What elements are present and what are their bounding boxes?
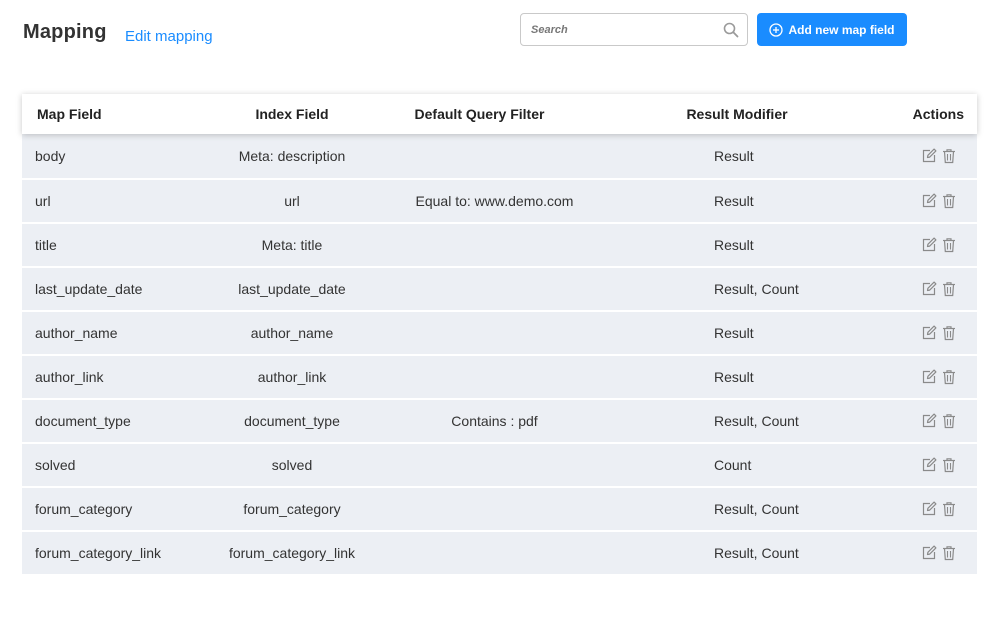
column-header-actions: Actions [912,106,964,122]
trash-icon[interactable] [941,457,957,473]
actions-cell [787,237,977,253]
index-field-cell: forum_category_link [228,545,356,561]
page-title: Mapping [23,21,107,43]
actions-cell [787,193,977,209]
trash-icon[interactable] [941,237,957,253]
result-modifier-cell: Result, Count [714,281,799,297]
trash-icon[interactable] [941,369,957,385]
map-field-cell: document_type [35,413,131,429]
table-header: Map Field Index Field Default Query Filt… [22,94,977,134]
trash-icon[interactable] [941,501,957,517]
map-field-cell: solved [35,457,76,473]
table-row: forum_category_link forum_category_link Re… [22,530,977,574]
map-field-cell: author_name [35,325,118,341]
column-header-map-field: Map Field [37,106,102,122]
index-field-cell: forum_category [243,501,341,517]
index-field-cell: Meta: title [261,237,323,253]
edit-icon[interactable] [921,281,937,297]
edit-icon[interactable] [921,193,937,209]
result-modifier-cell: Result [714,369,754,385]
table-row: last_update_date last_update_date Result, … [22,266,977,310]
table-row: forum_category forum_category Result, Coun… [22,486,977,530]
result-modifier-cell: Result, Count [714,501,799,517]
index-field-cell: document_type [244,413,340,429]
actions-cell [787,325,977,341]
edit-icon[interactable] [921,369,937,385]
result-modifier-cell: Result [714,148,754,164]
default-query-filter-cell: Contains : pdf [451,413,538,429]
table-row: author_name author_name Result [22,310,977,354]
trash-icon[interactable] [941,545,957,561]
index-field-cell: author_name [250,325,334,341]
search-icon[interactable] [722,21,740,39]
trash-icon[interactable] [941,148,957,164]
trash-icon[interactable] [941,193,957,209]
edit-icon[interactable] [921,457,937,473]
table-row: document_type document_type Contains : pdf… [22,398,977,442]
map-field-cell: last_update_date [35,281,143,297]
edit-icon[interactable] [921,325,937,341]
edit-icon[interactable] [921,501,937,517]
index-field-cell: author_link [257,369,327,385]
map-field-cell: title [35,237,57,253]
table-row: body Meta: description Result [22,134,977,178]
map-field-cell: forum_category_link [35,545,162,561]
table-row: title Meta: title Result [22,222,977,266]
result-modifier-cell: Result, Count [714,545,799,561]
mapping-table: Map Field Index Field Default Query Filt… [22,94,977,574]
edit-icon[interactable] [921,237,937,253]
map-field-cell: author_link [35,369,104,385]
table-row: solved solved Count [22,442,977,486]
index-field-cell: Meta: description [238,148,346,164]
add-button-label: Add new map field [788,22,895,37]
search-input[interactable] [531,21,711,39]
actions-cell [787,457,977,473]
search-box[interactable] [520,13,748,46]
add-new-map-field-button[interactable]: Add new map field [757,13,907,46]
result-modifier-cell: Result [714,193,754,209]
actions-cell [787,501,977,517]
map-field-cell: url [35,193,51,209]
edit-icon[interactable] [921,413,937,429]
map-field-cell: body [35,148,66,164]
trash-icon[interactable] [941,325,957,341]
table-body: body Meta: description Result url url Equal t… [22,134,977,574]
result-modifier-cell: Count [714,457,752,473]
trash-icon[interactable] [941,413,957,429]
map-field-cell: forum_category [35,501,133,517]
edit-icon[interactable] [921,545,937,561]
result-modifier-cell: Result, Count [714,413,799,429]
index-field-cell: url [284,193,300,209]
plus-circle-icon [769,22,784,37]
column-header-index-field: Index Field [255,106,329,122]
index-field-cell: last_update_date [238,281,346,297]
index-field-cell: solved [271,457,313,473]
table-row: url url Equal to: www.demo.com Result [22,178,977,222]
edit-icon[interactable] [921,148,937,164]
actions-cell [787,545,977,561]
default-query-filter-cell: Equal to: www.demo.com [415,193,574,209]
trash-icon[interactable] [941,281,957,297]
result-modifier-cell: Result [714,237,754,253]
edit-mapping-link[interactable]: Edit mapping [125,28,213,45]
actions-cell [787,413,977,429]
actions-cell [787,369,977,385]
actions-cell [787,148,977,164]
column-header-result-modifier: Result Modifier [686,106,788,122]
column-header-default-query-filter: Default Query Filter [414,106,545,122]
result-modifier-cell: Result [714,325,754,341]
table-row: author_link author_link Result [22,354,977,398]
actions-cell [787,281,977,297]
